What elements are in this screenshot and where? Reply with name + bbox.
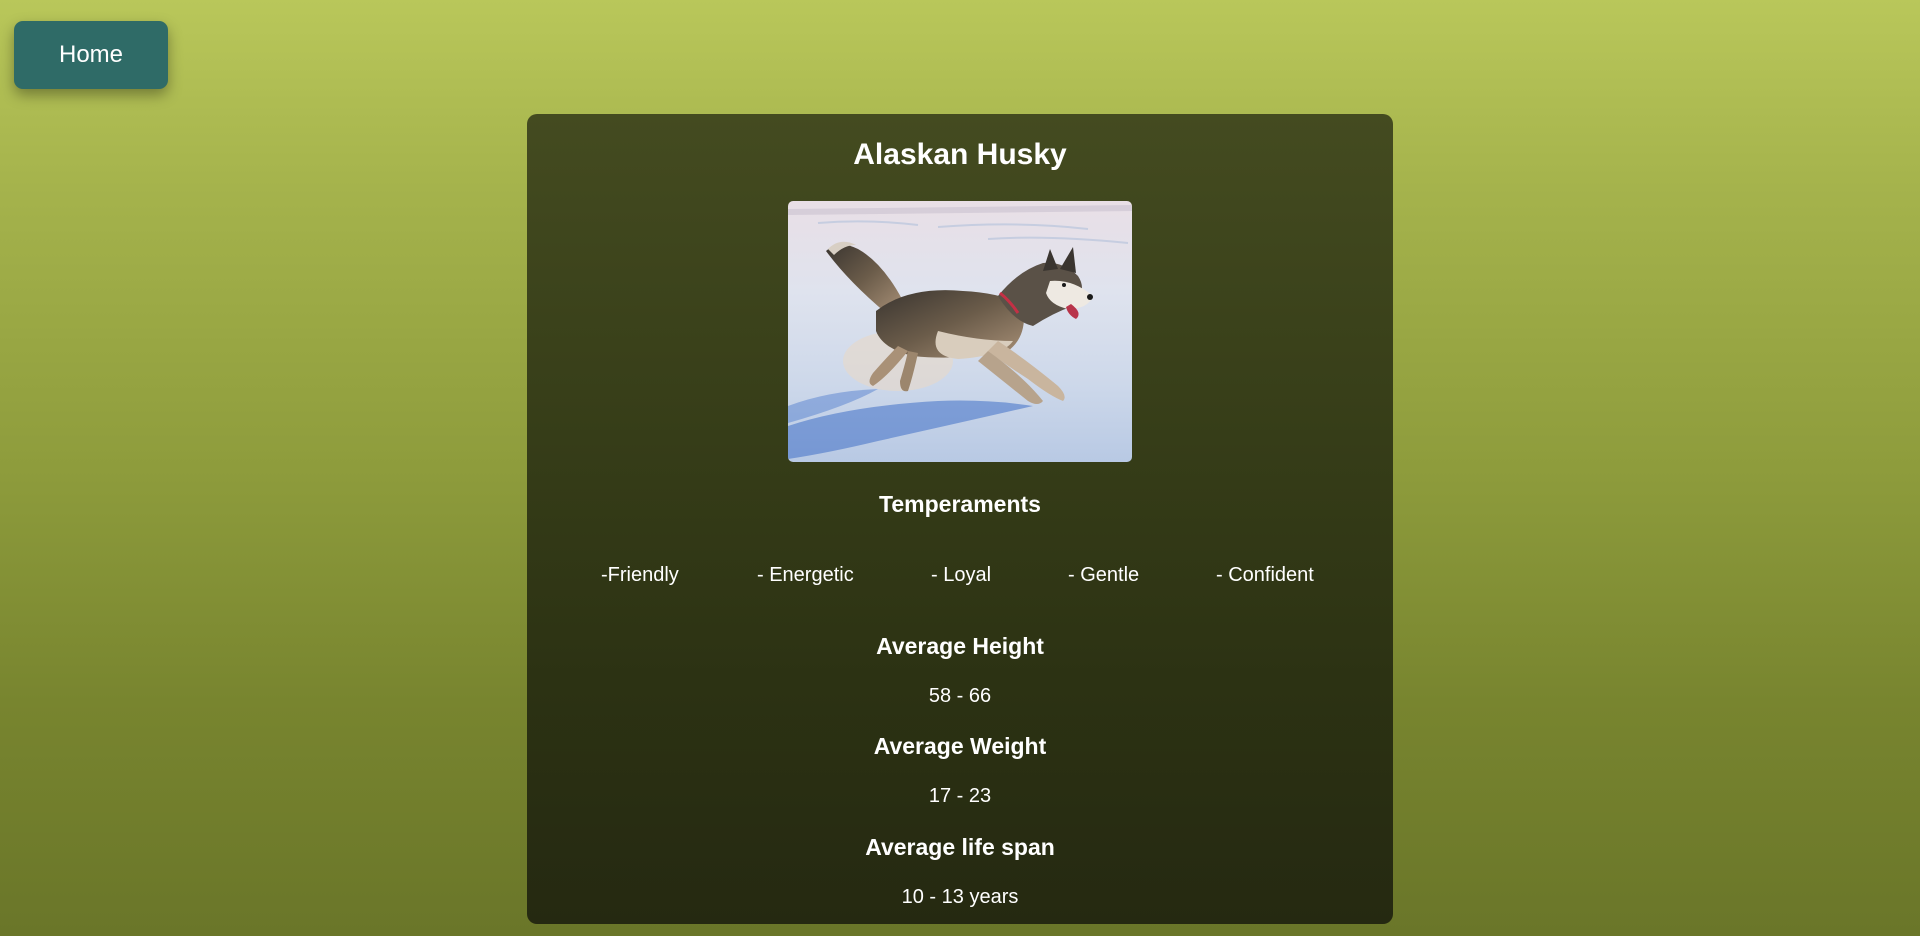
weight-value: 17 - 23 <box>928 785 992 807</box>
life-span-heading: Average life span <box>865 834 1055 860</box>
weight-heading: Average Weight <box>873 733 1047 759</box>
temperament-item: -Friendly <box>601 564 679 586</box>
home-button[interactable]: Home <box>14 21 168 89</box>
breed-detail-card: Alaskan Husky Temperaments -Friendly - E… <box>527 114 1393 924</box>
temperament-item: - Energetic <box>757 564 854 586</box>
temperaments-list: -Friendly - Energetic - Loyal - Gentle -… <box>527 564 1393 594</box>
temperament-item: - Confident <box>1216 564 1314 586</box>
temperament-item: - Loyal <box>931 564 992 586</box>
breed-title: Alaskan Husky <box>853 138 1067 171</box>
life-span-value: 10 - 13 years <box>901 886 1019 908</box>
height-value: 58 - 66 <box>928 685 992 707</box>
temperament-item: - Gentle <box>1068 564 1140 586</box>
height-heading: Average Height <box>876 633 1044 659</box>
temperaments-heading: Temperaments <box>879 491 1041 517</box>
breed-photo <box>788 201 1132 462</box>
